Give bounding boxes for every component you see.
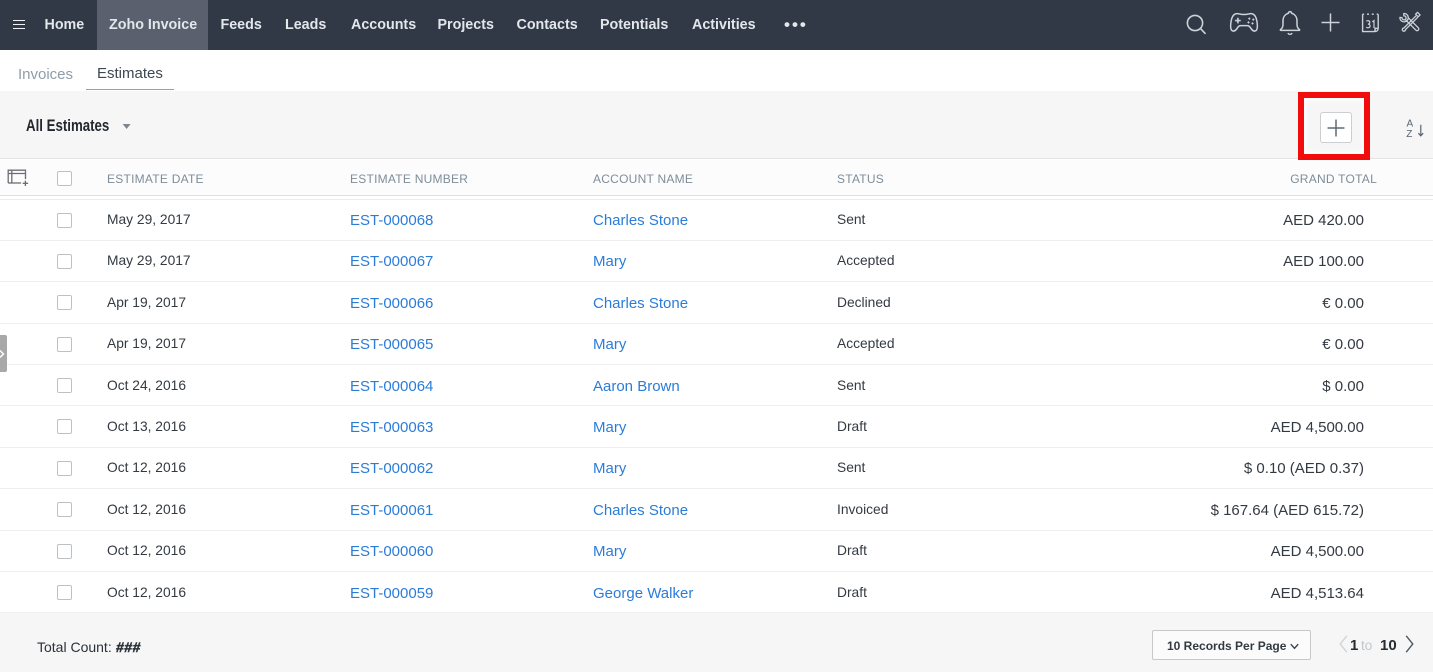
svg-text:Z: Z bbox=[1406, 129, 1412, 140]
svg-text:A: A bbox=[1407, 119, 1414, 130]
